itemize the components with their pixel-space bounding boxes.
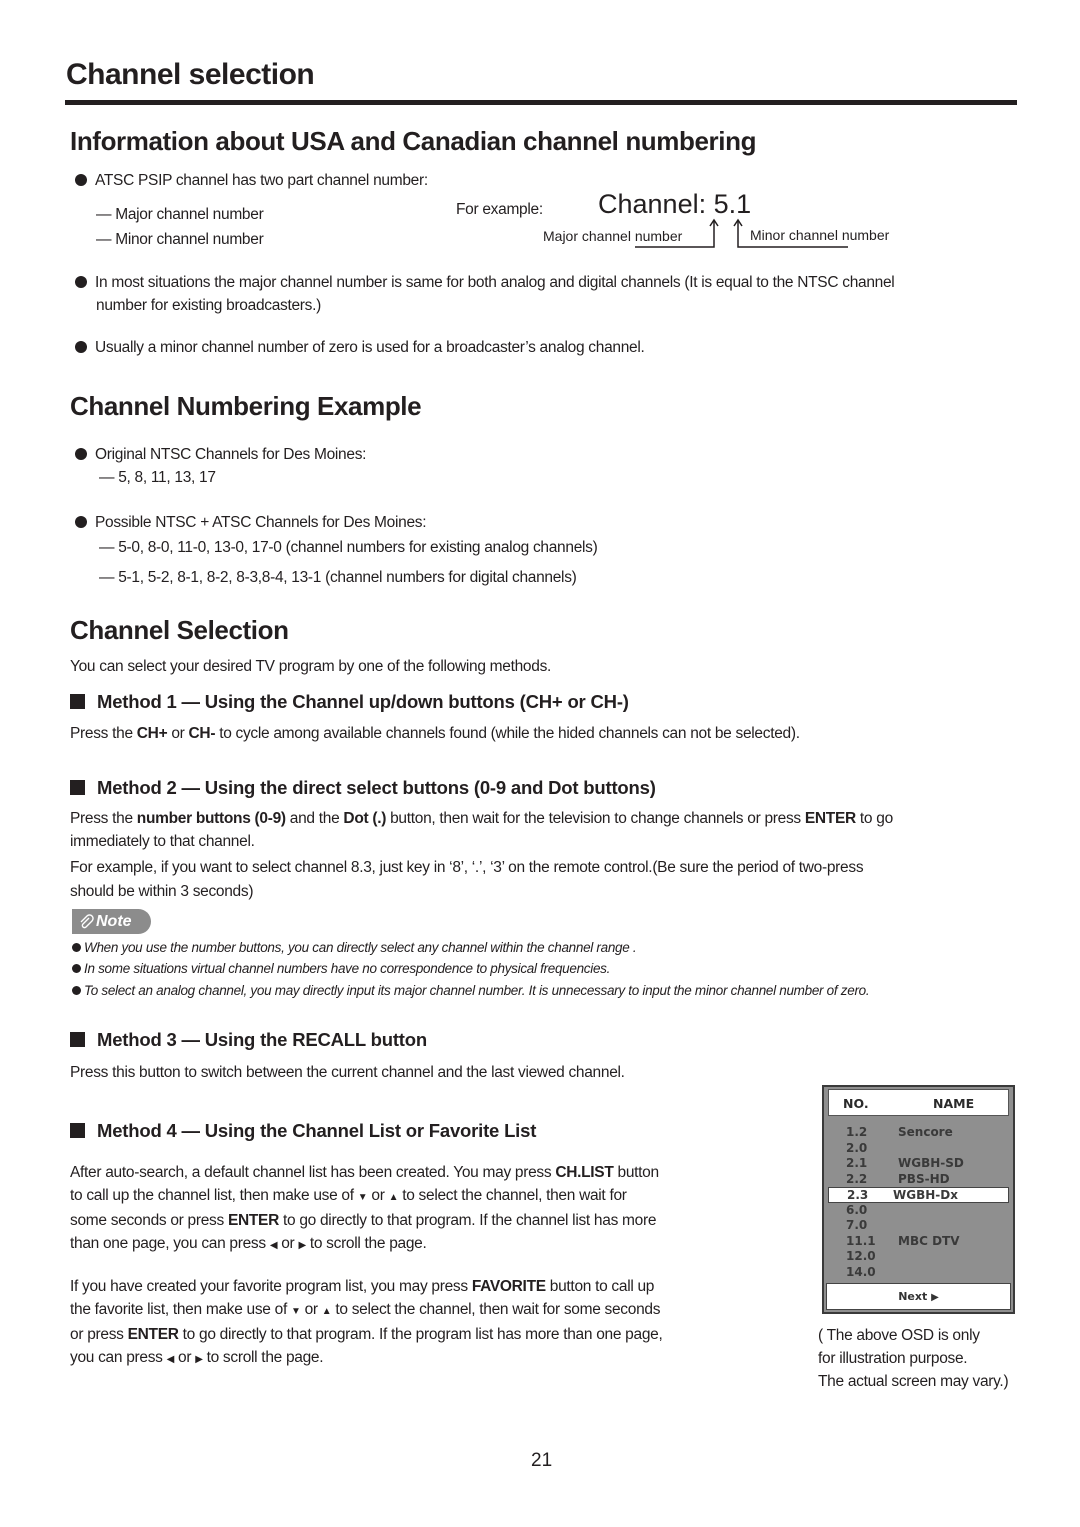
method4-favorite-paragraph: If you have created your favorite progra… bbox=[70, 1278, 663, 1366]
method2-line4: should be within 3 seconds) bbox=[70, 883, 254, 900]
up-arrow-icon: ▲ bbox=[388, 1192, 399, 1203]
bullet-original-ntsc: Original NTSC Channels for Des Moines: bbox=[75, 443, 366, 466]
analog-channel-list: — 5-0, 8-0, 11-0, 13-0, 17-0 (channel nu… bbox=[99, 539, 598, 556]
osd-channel-name: PBS-HD bbox=[898, 1171, 950, 1186]
osd-channel-name: MBC DTV bbox=[898, 1233, 960, 1248]
arrow-connectors bbox=[635, 218, 848, 248]
osd-channel-number: 1.2 bbox=[846, 1125, 868, 1139]
original-ntsc-list: — 5, 8, 11, 13, 17 bbox=[99, 469, 216, 486]
osd-next-button[interactable]: Next ▶ bbox=[826, 1283, 1011, 1310]
page-title: Channel selection bbox=[66, 58, 315, 91]
osd-channel-number: 2.2 bbox=[846, 1171, 868, 1186]
method2-line3: For example, if you want to select chann… bbox=[70, 859, 864, 876]
osd-caption: ( The above OSD is only for illustration… bbox=[818, 1327, 1009, 1390]
bullet-icon bbox=[75, 174, 87, 186]
method3-text: Press this button to switch between the … bbox=[70, 1064, 625, 1081]
down-arrow-icon: ▼ bbox=[290, 1306, 301, 1317]
osd-channel-number: 11.1 bbox=[846, 1233, 876, 1248]
osd-header: NO. NAME bbox=[828, 1089, 1009, 1116]
bullet-atsc-psip: ATSC PSIP channel has two part channel n… bbox=[75, 169, 428, 192]
digital-channel-list: — 5-1, 5-2, 8-1, 8-2, 8-3,8-4, 13-1 (cha… bbox=[99, 569, 577, 586]
method4-channel-list-paragraph: After auto-search, a default channel lis… bbox=[70, 1164, 659, 1252]
osd-channel-list: NO. NAME 1.2 Sencore 2.0 2.1 WGBH-SD 2.2 PBS-H… bbox=[822, 1085, 1015, 1314]
method2-heading: Method 2 — Using the direct select butto… bbox=[70, 777, 656, 799]
osd-channel-number: 2.0 bbox=[846, 1140, 868, 1155]
osd-channel-name: Sencore bbox=[898, 1125, 953, 1139]
osd-row[interactable]: 7.0 bbox=[828, 1218, 1009, 1234]
note-item: To select an analog channel, you may dir… bbox=[72, 983, 870, 998]
right-arrow-icon: ▶ bbox=[195, 1354, 203, 1365]
major-arrow-icon bbox=[635, 218, 719, 248]
bullet-icon bbox=[72, 986, 81, 995]
osd-row[interactable]: 1.2 Sencore bbox=[828, 1125, 1009, 1141]
bullet-possible-channels: Possible NTSC + ATSC Channels for Des Mo… bbox=[75, 511, 427, 534]
bullet-icon bbox=[72, 943, 81, 952]
dash-major: — Major channel number bbox=[96, 206, 264, 223]
method2-line1: Press the number buttons (0-9) and the D… bbox=[70, 810, 893, 827]
section-heading-numbering-example: Channel Numbering Example bbox=[70, 391, 422, 421]
section-heading-channel-selection: Channel Selection bbox=[70, 615, 289, 645]
osd-channel-number: 2.1 bbox=[846, 1156, 868, 1170]
bullet-icon bbox=[75, 448, 87, 460]
bullet-minor-zero: Usually a minor channel number of zero i… bbox=[75, 336, 645, 359]
bullet-icon bbox=[75, 276, 87, 288]
note-item: When you use the number buttons, you can… bbox=[72, 940, 637, 955]
osd-channel-number: 14.0 bbox=[846, 1264, 876, 1279]
osd-channel-number: 12.0 bbox=[846, 1249, 876, 1263]
selection-intro: You can select your desired TV program b… bbox=[70, 658, 552, 675]
example-channel: Channel: 5.1 bbox=[598, 189, 752, 219]
osd-row[interactable]: 6.0 bbox=[828, 1203, 1009, 1219]
bullet-icon bbox=[72, 964, 81, 973]
osd-row[interactable]: 2.1 WGBH-SD bbox=[828, 1156, 1009, 1172]
dash-minor: — Minor channel number bbox=[96, 231, 264, 248]
square-bullet-icon bbox=[70, 1032, 85, 1047]
down-arrow-icon: ▼ bbox=[357, 1192, 368, 1203]
note-badge: Note bbox=[72, 909, 151, 934]
bullet-major-same: In most situations the major channel num… bbox=[75, 271, 1025, 294]
method1-text: Press the CH+ or CH- to cycle among avai… bbox=[70, 725, 800, 742]
osd-row[interactable]: 11.1 MBC DTV bbox=[828, 1234, 1009, 1250]
bullet-icon bbox=[75, 516, 87, 528]
minor-arrow-icon bbox=[733, 218, 848, 248]
method2-line2: immediately to that channel. bbox=[70, 833, 255, 850]
osd-channel-number: 7.0 bbox=[846, 1218, 868, 1232]
square-bullet-icon bbox=[70, 780, 85, 795]
square-bullet-icon bbox=[70, 1123, 85, 1138]
osd-row[interactable]: 2.0 bbox=[828, 1141, 1009, 1157]
note-item: In some situations virtual channel numbe… bbox=[72, 961, 610, 976]
example-label: For example: bbox=[456, 201, 543, 218]
right-arrow-icon: ▶ bbox=[298, 1240, 306, 1251]
osd-row[interactable]: 14.0 bbox=[828, 1265, 1009, 1281]
method1-heading: Method 1 — Using the Channel up/down but… bbox=[70, 691, 629, 713]
osd-channel-number: 6.0 bbox=[846, 1202, 868, 1217]
osd-row[interactable]: 2.2 PBS-HD bbox=[828, 1172, 1009, 1188]
paperclip-icon bbox=[80, 913, 94, 928]
osd-channel-name: WGBH-Dx bbox=[893, 1188, 958, 1202]
right-arrow-icon: ▶ bbox=[931, 1292, 939, 1303]
osd-channel-name: WGBH-SD bbox=[898, 1156, 964, 1170]
left-arrow-icon: ◀ bbox=[166, 1354, 175, 1365]
title-rule bbox=[65, 100, 1017, 105]
section-heading-numbering-info: Information about USA and Canadian chann… bbox=[70, 126, 757, 156]
bullet-major-same-cont: number for existing broadcasters.) bbox=[96, 297, 321, 314]
square-bullet-icon bbox=[70, 694, 85, 709]
osd-row[interactable]: 12.0 bbox=[828, 1249, 1009, 1265]
up-arrow-icon: ▲ bbox=[321, 1306, 332, 1317]
osd-col-name: NAME bbox=[933, 1096, 975, 1111]
page-number: 21 bbox=[531, 1450, 553, 1471]
osd-row-selected[interactable]: 2.3 WGBH-Dx bbox=[828, 1187, 1009, 1203]
method4-heading: Method 4 — Using the Channel List or Fav… bbox=[70, 1120, 536, 1142]
osd-channel-number: 2.3 bbox=[847, 1188, 869, 1202]
method3-heading: Method 3 — Using the RECALL button bbox=[70, 1029, 427, 1051]
bullet-icon bbox=[75, 341, 87, 353]
osd-col-no: NO. bbox=[843, 1096, 869, 1111]
